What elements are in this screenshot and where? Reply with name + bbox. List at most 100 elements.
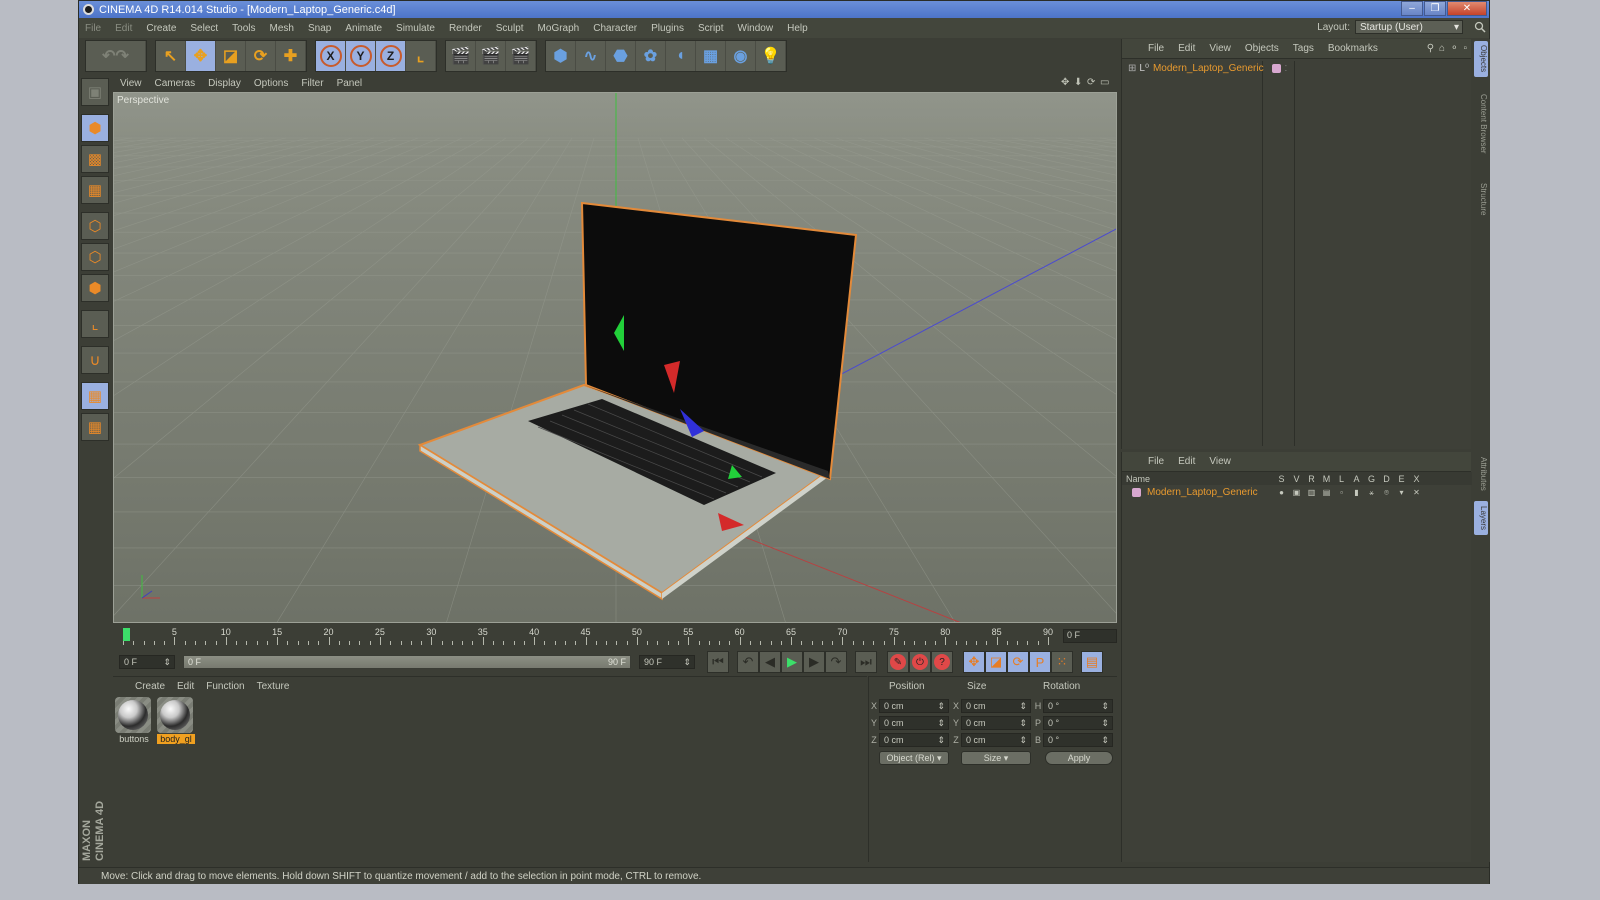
layer-column-x[interactable]: X	[1409, 474, 1424, 484]
cube-icon[interactable]: ⬢	[546, 41, 576, 71]
viewport-menu-display[interactable]: Display	[208, 78, 241, 89]
generators-icon[interactable]: ⚹	[1364, 488, 1379, 498]
apply-button[interactable]: Apply	[1045, 751, 1113, 765]
xref-icon[interactable]: ✕	[1409, 488, 1424, 498]
go-to-previous-frame-icon[interactable]: ◀	[759, 651, 781, 673]
position-y-field[interactable]: 0 cm ⇕	[879, 716, 949, 730]
material-menu-create[interactable]: Create	[135, 681, 165, 692]
object-row[interactable]: ⊞ L⁰ Modern_Laptop_Generic ⁚	[1128, 63, 1287, 74]
menu-plugins[interactable]: Plugins	[651, 23, 684, 34]
rotation-h-field[interactable]: 0 ° ⇕	[1043, 699, 1113, 713]
menu-sculpt[interactable]: Sculpt	[496, 23, 524, 34]
viewport-menu-view[interactable]: View	[120, 78, 142, 89]
layer-column-v[interactable]: V	[1289, 474, 1304, 484]
link-icon[interactable]: ⚬	[1450, 43, 1458, 54]
deformer-icon[interactable]: ◖	[666, 41, 696, 71]
menu-render[interactable]: Render	[449, 23, 482, 34]
position-z-field[interactable]: 0 cm ⇕	[879, 733, 949, 747]
layer-menu-file[interactable]: File	[1148, 456, 1164, 467]
parameter-key-icon[interactable]: P	[1029, 651, 1051, 673]
minimize-button[interactable]: –	[1401, 1, 1423, 16]
menu-create[interactable]: Create	[146, 23, 176, 34]
object-menu-file[interactable]: File	[1148, 43, 1164, 54]
maximize-view-icon[interactable]: ▭	[1100, 77, 1113, 88]
object-menu-edit[interactable]: Edit	[1178, 43, 1195, 54]
keyframe-selection-icon[interactable]: ?	[931, 651, 953, 673]
nurbs-icon[interactable]: ⬣	[606, 41, 636, 71]
layer-menu-view[interactable]: View	[1209, 456, 1231, 467]
material-menu-edit[interactable]: Edit	[177, 681, 194, 692]
close-button[interactable]: ✕	[1447, 1, 1487, 16]
layer-column-e[interactable]: E	[1394, 474, 1409, 484]
menu-script[interactable]: Script	[698, 23, 724, 34]
end-frame-field[interactable]: 90 F ⇕	[639, 655, 695, 669]
material-menu-texture[interactable]: Texture	[257, 681, 290, 692]
viewport-menu-options[interactable]: Options	[254, 78, 288, 89]
camera-icon[interactable]: ◉	[726, 41, 756, 71]
frame-range-slider[interactable]: 0 F 90 F	[183, 655, 631, 669]
menu-animate[interactable]: Animate	[345, 23, 382, 34]
go-to-next-keyframe-icon[interactable]: ↷	[825, 651, 847, 673]
new-window-icon[interactable]: ▫	[1463, 43, 1467, 54]
perspective-viewport[interactable]: Perspective	[113, 92, 1117, 623]
menu-select[interactable]: Select	[190, 23, 218, 34]
go-to-previous-keyframe-icon[interactable]: ↶	[737, 651, 759, 673]
object-menu-view[interactable]: View	[1209, 43, 1231, 54]
timeline-ruler[interactable]: 051015202530354045505560657075808590 0 F	[113, 625, 1117, 647]
move-icon[interactable]: ✥	[186, 41, 216, 71]
recent-tool-icon[interactable]: ✚	[276, 41, 306, 71]
coordinate-system-icon[interactable]: ⌞	[406, 41, 436, 71]
point-level-key-icon[interactable]: ⁙	[1051, 651, 1073, 673]
object-menu-objects[interactable]: Objects	[1245, 43, 1279, 54]
timeline-icon[interactable]: ▤	[1081, 651, 1103, 673]
lock-workplane-icon[interactable]: ▦	[81, 382, 109, 410]
expand-icon[interactable]: ⊞	[1128, 63, 1136, 74]
size-z-field[interactable]: 0 cm ⇕	[961, 733, 1031, 747]
search-icon[interactable]	[1474, 21, 1486, 33]
layer-column-g[interactable]: G	[1364, 474, 1379, 484]
layer-column-s[interactable]: S	[1274, 474, 1289, 484]
scale-icon[interactable]: ◪	[216, 41, 246, 71]
object-mode-icon[interactable]: ⬢	[81, 114, 109, 142]
render-picture-viewer-icon[interactable]: 🎬	[476, 41, 506, 71]
undo-redo-icon[interactable]: ↶↷	[86, 41, 146, 71]
layer-column-a[interactable]: A	[1349, 474, 1364, 484]
laptop-model[interactable]	[417, 201, 858, 601]
axis-mode-icon[interactable]: ⌞	[81, 310, 109, 338]
animation-icon[interactable]: ▮	[1349, 488, 1364, 498]
visible-editor-icon[interactable]: ▣	[1289, 488, 1304, 498]
go-to-start-icon[interactable]: ⏮	[707, 651, 729, 673]
visible-render-icon[interactable]: ▥	[1304, 488, 1319, 498]
material-item[interactable]: body_gl	[157, 697, 195, 745]
move-view-icon[interactable]: ✥	[1061, 77, 1074, 88]
menu-help[interactable]: Help	[787, 23, 808, 34]
render-settings-icon[interactable]: 🎬	[506, 41, 536, 71]
menu-window[interactable]: Window	[738, 23, 774, 34]
size-mode-select[interactable]: Size ▾	[961, 751, 1031, 765]
side-tab-objects[interactable]: Objects	[1474, 41, 1488, 77]
layer-column-l[interactable]: L	[1334, 474, 1349, 484]
record-active-objects-icon[interactable]: ✎	[887, 651, 909, 673]
object-menu-tags[interactable]: Tags	[1293, 43, 1314, 54]
go-to-next-frame-icon[interactable]: ▶	[803, 651, 825, 673]
points-mode-icon[interactable]: ⬡	[81, 212, 109, 240]
menu-snap[interactable]: Snap	[308, 23, 331, 34]
menu-tools[interactable]: Tools	[232, 23, 255, 34]
search-icon[interactable]: ⚲	[1427, 43, 1434, 54]
home-icon[interactable]: ⌂	[1439, 43, 1445, 54]
y-axis-icon[interactable]: Y	[346, 41, 376, 71]
rotate-view-icon[interactable]: ⟳	[1087, 77, 1100, 88]
side-tab-layers[interactable]: Layers	[1474, 501, 1488, 535]
rotation-b-field[interactable]: 0 ° ⇕	[1043, 733, 1113, 747]
menu-mograph[interactable]: MoGraph	[538, 23, 580, 34]
coordinate-mode-select[interactable]: Object (Rel) ▾	[879, 751, 949, 765]
menu-file[interactable]: File	[85, 23, 101, 34]
menu-simulate[interactable]: Simulate	[396, 23, 435, 34]
position-key-icon[interactable]: ✥	[963, 651, 985, 673]
menu-edit[interactable]: Edit	[115, 23, 132, 34]
size-y-field[interactable]: 0 cm ⇕	[961, 716, 1031, 730]
viewport-menu-cameras[interactable]: Cameras	[155, 78, 196, 89]
light-icon[interactable]: 💡	[756, 41, 786, 71]
object-menu-bookmarks[interactable]: Bookmarks	[1328, 43, 1378, 54]
viewport-menu-filter[interactable]: Filter	[301, 78, 323, 89]
